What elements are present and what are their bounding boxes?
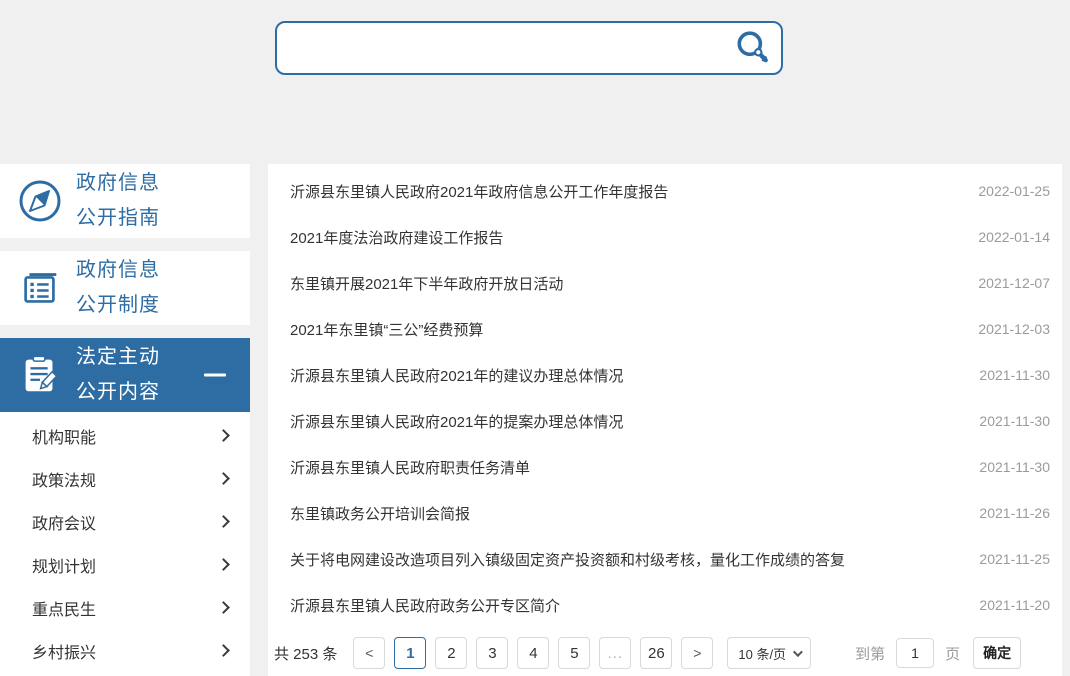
- compass-icon: [14, 177, 66, 225]
- article-date: 2022-01-25: [978, 183, 1050, 199]
- article-date: 2021-11-30: [979, 413, 1050, 429]
- article-date: 2021-11-26: [979, 505, 1050, 521]
- article-row: 沂源县东里镇人民政府2021年的建议办理总体情况 2021-11-30: [268, 352, 1062, 398]
- chevron-right-icon: [217, 515, 230, 528]
- submenu-item-government-meetings[interactable]: 政府会议: [0, 500, 250, 543]
- article-row: 东里镇开展2021年下半年政府开放日活动 2021-12-07: [268, 260, 1062, 306]
- article-link[interactable]: 东里镇政务公开培训会简报: [290, 503, 470, 524]
- page-size-select[interactable]: 10 条/页: [727, 637, 811, 669]
- total-count-label: 共 253 条: [274, 643, 337, 664]
- prev-page-button[interactable]: <: [353, 637, 385, 669]
- article-link[interactable]: 沂源县东里镇人民政府2021年的建议办理总体情况: [290, 365, 623, 386]
- submenu-item-planning[interactable]: 规划计划: [0, 543, 250, 586]
- chevron-right-icon: [217, 558, 230, 571]
- chevron-right-icon: [217, 429, 230, 442]
- chevron-right-icon: [217, 644, 230, 657]
- submenu-item-policies-regulations[interactable]: 政策法规: [0, 457, 250, 500]
- submenu-item-label: 政府会议: [32, 510, 96, 534]
- article-link[interactable]: 关于将电网建设改造项目列入镇级固定资产投资额和村级考核，量化工作成绩的答复: [290, 549, 845, 570]
- article-link[interactable]: 2021年东里镇“三公”经费预算: [290, 319, 483, 340]
- article-row: 沂源县东里镇人民政府2021年政府信息公开工作年度报告 2022-01-25: [268, 168, 1062, 214]
- submenu-item-label: 乡村振兴: [32, 639, 96, 663]
- sidebar-item-statutory-disclosure[interactable]: 法定主动 公开内容: [0, 338, 250, 412]
- page-button-1[interactable]: 1: [394, 637, 426, 669]
- page-button-3[interactable]: 3: [476, 637, 508, 669]
- sidebar-item-label: 法定主动 公开内容: [76, 340, 160, 410]
- chevron-down-icon: [793, 647, 803, 657]
- article-list: 沂源县东里镇人民政府2021年政府信息公开工作年度报告 2022-01-25 2…: [268, 164, 1062, 628]
- submenu-item-label: 规划计划: [32, 553, 96, 577]
- article-link[interactable]: 沂源县东里镇人民政府2021年政府信息公开工作年度报告: [290, 181, 668, 202]
- article-row: 沂源县东里镇人民政府2021年的提案办理总体情况 2021-11-30: [268, 398, 1062, 444]
- sidebar-item-disclosure-system[interactable]: 政府信息 公开制度: [0, 251, 250, 325]
- article-date: 2021-12-07: [978, 275, 1050, 291]
- article-list-panel: 沂源县东里镇人民政府2021年政府信息公开工作年度报告 2022-01-25 2…: [268, 164, 1062, 676]
- page-size-label: 10 条/页: [738, 644, 786, 663]
- submenu-item-key-livelihood[interactable]: 重点民生: [0, 586, 250, 629]
- page-button-4[interactable]: 4: [517, 637, 549, 669]
- submenu-item-label: 重点民生: [32, 596, 96, 620]
- confirm-button[interactable]: 确定: [973, 637, 1021, 669]
- article-row: 2021年度法治政府建设工作报告 2022-01-14: [268, 214, 1062, 260]
- article-date: 2021-11-30: [979, 459, 1050, 475]
- collapse-minus-icon: [204, 374, 226, 377]
- search-bar: [275, 21, 783, 75]
- article-date: 2021-11-30: [979, 367, 1050, 383]
- chevron-right-icon: [217, 601, 230, 614]
- search-icon: [734, 29, 772, 67]
- article-link[interactable]: 沂源县东里镇人民政府2021年的提案办理总体情况: [290, 411, 623, 432]
- sidebar-item-label: 政府信息 公开制度: [76, 253, 160, 323]
- article-link[interactable]: 沂源县东里镇人民政府职责任务清单: [290, 457, 530, 478]
- chevron-right-icon: [217, 472, 230, 485]
- page-button-2[interactable]: 2: [435, 637, 467, 669]
- article-row: 关于将电网建设改造项目列入镇级固定资产投资额和村级考核，量化工作成绩的答复 20…: [268, 536, 1062, 582]
- article-date: 2022-01-14: [978, 229, 1050, 245]
- next-page-button[interactable]: >: [681, 637, 713, 669]
- article-link[interactable]: 沂源县东里镇人民政府政务公开专区简介: [290, 595, 560, 616]
- article-row: 沂源县东里镇人民政府政务公开专区简介 2021-11-20: [268, 582, 1062, 628]
- submenu-item-label: 机构职能: [32, 424, 96, 448]
- article-date: 2021-11-20: [979, 597, 1050, 613]
- article-row: 沂源县东里镇人民政府职责任务清单 2021-11-30: [268, 444, 1062, 490]
- sidebar-item-disclosure-guide[interactable]: 政府信息 公开指南: [0, 164, 250, 238]
- search-input[interactable]: [277, 23, 781, 73]
- article-date: 2021-11-25: [979, 551, 1050, 567]
- article-row: 2021年东里镇“三公”经费预算 2021-12-03: [268, 306, 1062, 352]
- page-button-5[interactable]: 5: [558, 637, 590, 669]
- submenu-item-label: 政策法规: [32, 467, 96, 491]
- clipboard-pencil-icon: [14, 352, 66, 398]
- sidebar-item-label: 政府信息 公开指南: [76, 166, 160, 236]
- article-link[interactable]: 2021年度法治政府建设工作报告: [290, 227, 503, 248]
- search-button[interactable]: [733, 28, 773, 68]
- article-link[interactable]: 东里镇开展2021年下半年政府开放日活动: [290, 273, 563, 294]
- pagination-bar: 共 253 条 < 1 2 3 4 5 ... 26 > 10 条/页 到第 页…: [272, 635, 1056, 671]
- notebook-icon: [14, 265, 66, 311]
- article-row: 东里镇政务公开培训会简报 2021-11-26: [268, 490, 1062, 536]
- sidebar-submenu: 机构职能 政策法规 政府会议 规划计划 重点民生 乡村振兴: [0, 412, 250, 676]
- article-date: 2021-12-03: [978, 321, 1050, 337]
- jump-page-input[interactable]: [896, 638, 934, 668]
- jump-to-label: 到第: [855, 643, 885, 664]
- submenu-item-rural-revitalization[interactable]: 乡村振兴: [0, 629, 250, 672]
- page-unit-label: 页: [945, 643, 960, 664]
- page-button-26[interactable]: 26: [640, 637, 672, 669]
- submenu-item-agency-functions[interactable]: 机构职能: [0, 414, 250, 457]
- page-ellipsis-button[interactable]: ...: [599, 637, 631, 669]
